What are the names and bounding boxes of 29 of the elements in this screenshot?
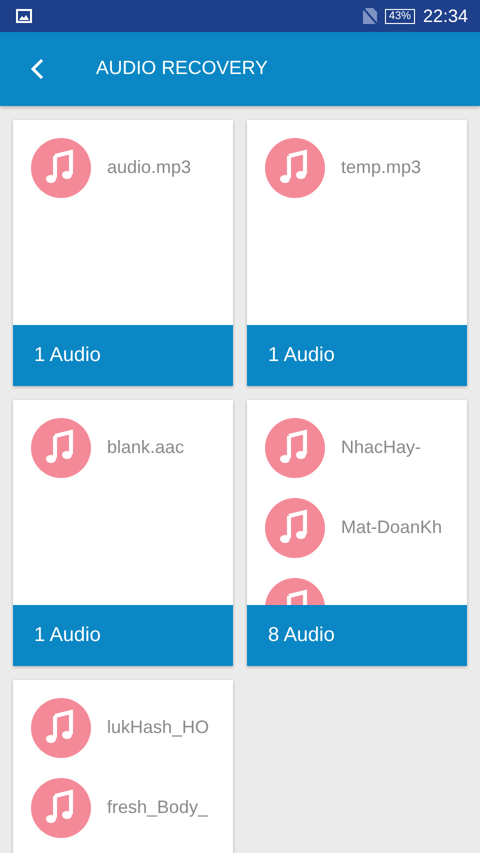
- audio-count: 1 Audio: [34, 344, 101, 367]
- file-name: fresh_Body_: [107, 797, 208, 818]
- folder-card[interactable]: blank.aac 1 Audio: [13, 400, 233, 666]
- folder-card[interactable]: NhacHay- Mat-DoanKh 8 Audio: [247, 400, 467, 666]
- folder-card[interactable]: lukHash_HO fresh_Body_: [13, 680, 233, 853]
- music-note-icon: [31, 778, 91, 838]
- screen-title: AUDIO RECOVERY: [96, 58, 268, 80]
- music-note-icon: [31, 698, 91, 758]
- file-name: audio.mp3: [107, 157, 192, 178]
- no-sim-icon: [362, 8, 377, 24]
- file-name: temp.mp3: [341, 157, 422, 178]
- clock: 22:34: [422, 6, 468, 26]
- file-name: NhacHay-: [341, 437, 422, 458]
- music-note-icon: [31, 138, 91, 198]
- battery-level: 43%: [384, 8, 415, 24]
- music-note-icon: [31, 418, 91, 478]
- image-icon: [16, 9, 32, 23]
- music-note-icon: [265, 138, 325, 198]
- audio-count: 1 Audio: [268, 344, 335, 367]
- music-note-icon: [265, 498, 325, 558]
- audio-count: 1 Audio: [34, 624, 101, 647]
- back-icon[interactable]: [30, 58, 44, 80]
- file-name: blank.aac: [107, 437, 184, 458]
- file-name: Mat-DoanKh: [341, 517, 442, 538]
- folder-card[interactable]: temp.mp3 1 Audio: [247, 120, 467, 386]
- music-note-icon: [265, 418, 325, 478]
- folder-card[interactable]: audio.mp3 1 Audio: [13, 120, 233, 386]
- audio-count: 8 Audio: [268, 624, 335, 647]
- file-name: lukHash_HO: [107, 717, 210, 738]
